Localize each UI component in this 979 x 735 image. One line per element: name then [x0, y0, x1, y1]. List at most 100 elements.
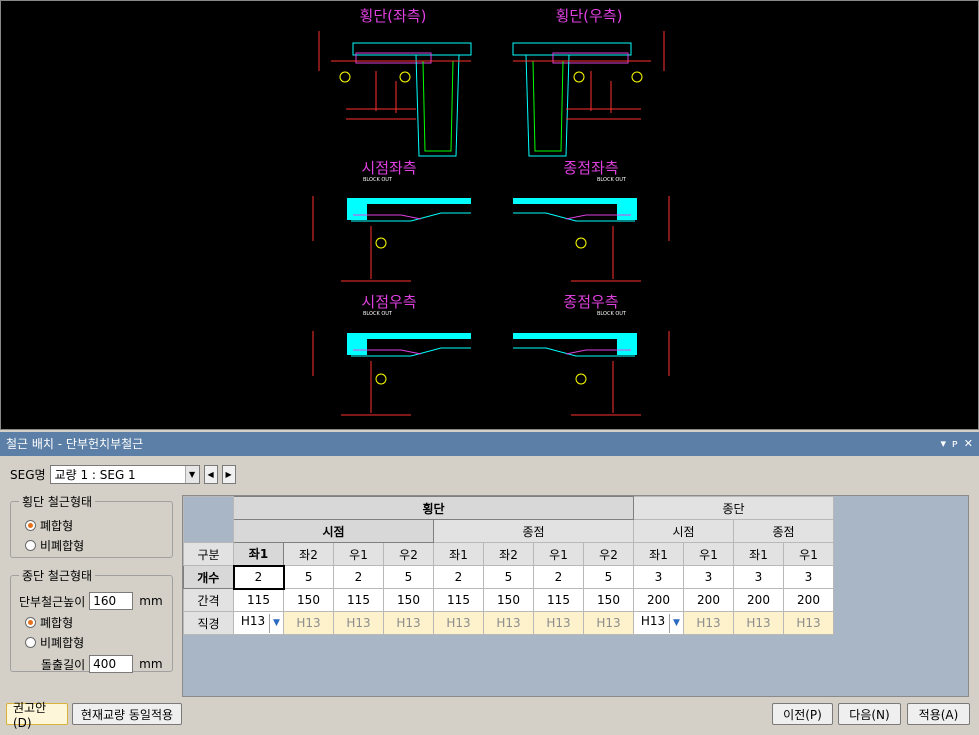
grid-cell[interactable]: 5: [283, 565, 334, 589]
panel-menu-icon[interactable]: ▾: [940, 432, 946, 456]
longitudinal-rebar-legend: 종단 철근형태: [22, 569, 93, 583]
group-header-transverse: 횡단: [233, 496, 634, 520]
block-out-label: BLOCK OUT: [363, 311, 393, 317]
grid-cell[interactable]: H13: [433, 611, 484, 635]
grid-cell[interactable]: 200: [783, 588, 834, 612]
transverse-rebar-legend: 횡단 철근형태: [22, 495, 93, 509]
row-header-spacing: 간격: [183, 588, 234, 612]
grid-cell[interactable]: 2: [433, 565, 484, 589]
next-seg-button[interactable]: ▶: [221, 465, 236, 484]
longitudinal-option-closed[interactable]: 폐합형: [25, 614, 164, 631]
grid-cell[interactable]: 115: [533, 588, 584, 612]
triangle-right-icon: ▶: [225, 470, 232, 479]
grid-cell[interactable]: 5: [583, 565, 634, 589]
grid-cell[interactable]: 150: [583, 588, 634, 612]
grid-cell[interactable]: 5: [383, 565, 434, 589]
prev-seg-button[interactable]: ◀: [203, 465, 218, 484]
drawing-title: 종점우측: [563, 293, 618, 311]
grid-cell[interactable]: 150: [483, 588, 534, 612]
panel-title: 철근 배치 - 단부헌치부철근: [6, 437, 144, 451]
radio-selected-icon[interactable]: [25, 520, 36, 531]
column-header: 좌1: [433, 542, 484, 566]
row-header-diameter: 직경: [183, 611, 234, 635]
grid-cell[interactable]: H13: [283, 611, 334, 635]
grid-cell[interactable]: 115: [333, 588, 384, 612]
grid-cell[interactable]: 2: [333, 565, 384, 589]
grid-cell[interactable]: 3: [633, 565, 684, 589]
radio-selected-icon[interactable]: [25, 617, 36, 628]
apply-current-bridge-button[interactable]: 현재교량 동일적용: [72, 703, 182, 725]
column-header: 우1: [333, 542, 384, 566]
cross-section-left: [318, 31, 472, 157]
radio-unselected-icon[interactable]: [25, 637, 36, 648]
grid-cell[interactable]: 200: [683, 588, 734, 612]
column-header: 좌2: [283, 542, 334, 566]
transverse-option-open[interactable]: 비폐합형: [25, 537, 164, 554]
transverse-option-closed[interactable]: 폐합형: [25, 517, 164, 534]
rebar-grid: 횡단 종단 시점 종점 시점 종점 구분 좌1 좌2 우1 우2 좌1 좌2 우…: [182, 495, 969, 697]
grid-cell[interactable]: 2: [232, 564, 285, 590]
sub-header-start: 시점: [633, 519, 734, 543]
apply-button[interactable]: 적용(A): [907, 703, 970, 725]
protrusion-length-input[interactable]: 400: [89, 655, 134, 673]
longitudinal-start-left: BLOCK OUT: [312, 177, 471, 282]
diameter-combo[interactable]: H13 ▼: [233, 611, 284, 635]
protrusion-length-label: 돌출길이: [41, 657, 86, 672]
sub-header-end: 종점: [733, 519, 834, 543]
grid-cell[interactable]: 2: [533, 565, 584, 589]
grid-cell[interactable]: 200: [733, 588, 784, 612]
cad-viewport[interactable]: 횡단(좌측) 횡단(우측) 시점좌측 종점좌측 시점우측 종점우측 BLOCK …: [0, 0, 979, 430]
longitudinal-option-open[interactable]: 비폐합형: [25, 634, 164, 651]
close-icon[interactable]: ✕: [964, 432, 973, 456]
grid-cell[interactable]: H13: [533, 611, 584, 635]
rebar-table: 횡단 종단 시점 종점 시점 종점 구분 좌1 좌2 우1 우2 좌1 좌2 우…: [183, 496, 834, 635]
end-rebar-height-label: 단부철근높이: [19, 594, 86, 609]
corner-header: 구분: [183, 542, 234, 566]
column-header: 우2: [583, 542, 634, 566]
grid-cell[interactable]: 115: [433, 588, 484, 612]
sub-header-end: 종점: [433, 519, 634, 543]
longitudinal-end-left: BLOCK OUT: [513, 177, 670, 282]
grid-cell[interactable]: 150: [383, 588, 434, 612]
group-header-longitudinal: 종단: [633, 496, 834, 520]
grid-cell[interactable]: 3: [733, 565, 784, 589]
grid-cell[interactable]: H13: [383, 611, 434, 635]
grid-cell[interactable]: H13: [583, 611, 634, 635]
drawing-title: 종점좌측: [563, 159, 618, 177]
longitudinal-rebar-group: 종단 철근형태 단부철근높이 160 mm 폐합형 비폐합형 돌출길이 400 …: [10, 567, 173, 673]
grid-cell[interactable]: H13: [483, 611, 534, 635]
grid-cell[interactable]: H13: [783, 611, 834, 635]
dropdown-arrow-icon[interactable]: ▼: [669, 613, 683, 633]
chevron-down-icon[interactable]: ▼: [184, 466, 199, 483]
column-header: 좌1: [633, 542, 684, 566]
grid-cell[interactable]: 115: [233, 588, 284, 612]
panel-title-bar: 철근 배치 - 단부헌치부철근 ▾ ᴘ ✕: [0, 432, 979, 456]
diameter-combo[interactable]: H13 ▼: [633, 611, 684, 635]
block-out-label: BLOCK OUT: [597, 177, 627, 183]
drawing-title: 시점우측: [361, 293, 416, 311]
seg-select[interactable]: 교량 1 : SEG 1 ▼: [49, 465, 200, 484]
radio-unselected-icon[interactable]: [25, 540, 36, 551]
end-rebar-height-input[interactable]: 160: [89, 592, 134, 610]
grid-cell[interactable]: 3: [783, 565, 834, 589]
column-header: 우1: [783, 542, 834, 566]
grid-cell[interactable]: 150: [283, 588, 334, 612]
next-button[interactable]: 다음(N): [838, 703, 901, 725]
grid-cell[interactable]: 200: [633, 588, 684, 612]
column-header: 좌2: [483, 542, 534, 566]
cad-drawing: 횡단(좌측) 횡단(우측) 시점좌측 종점좌측 시점우측 종점우측 BLOCK …: [312, 7, 670, 416]
grid-cell[interactable]: H13: [733, 611, 784, 635]
grid-cell[interactable]: H13: [683, 611, 734, 635]
longitudinal-end-right: BLOCK OUT: [513, 311, 670, 416]
recommend-button[interactable]: 권고안(D): [6, 701, 68, 730]
dropdown-arrow-icon[interactable]: ▼: [269, 613, 283, 633]
prev-button[interactable]: 이전(P): [772, 703, 833, 725]
grid-cell[interactable]: 5: [483, 565, 534, 589]
column-header: 우2: [383, 542, 434, 566]
height-unit: mm: [139, 594, 163, 608]
transverse-rebar-group: 횡단 철근형태 폐합형 비폐합형: [10, 493, 173, 558]
grid-cell[interactable]: 3: [683, 565, 734, 589]
grid-cell[interactable]: H13: [333, 611, 384, 635]
block-out-label: BLOCK OUT: [597, 311, 627, 317]
pin-icon[interactable]: ᴘ: [952, 432, 958, 456]
